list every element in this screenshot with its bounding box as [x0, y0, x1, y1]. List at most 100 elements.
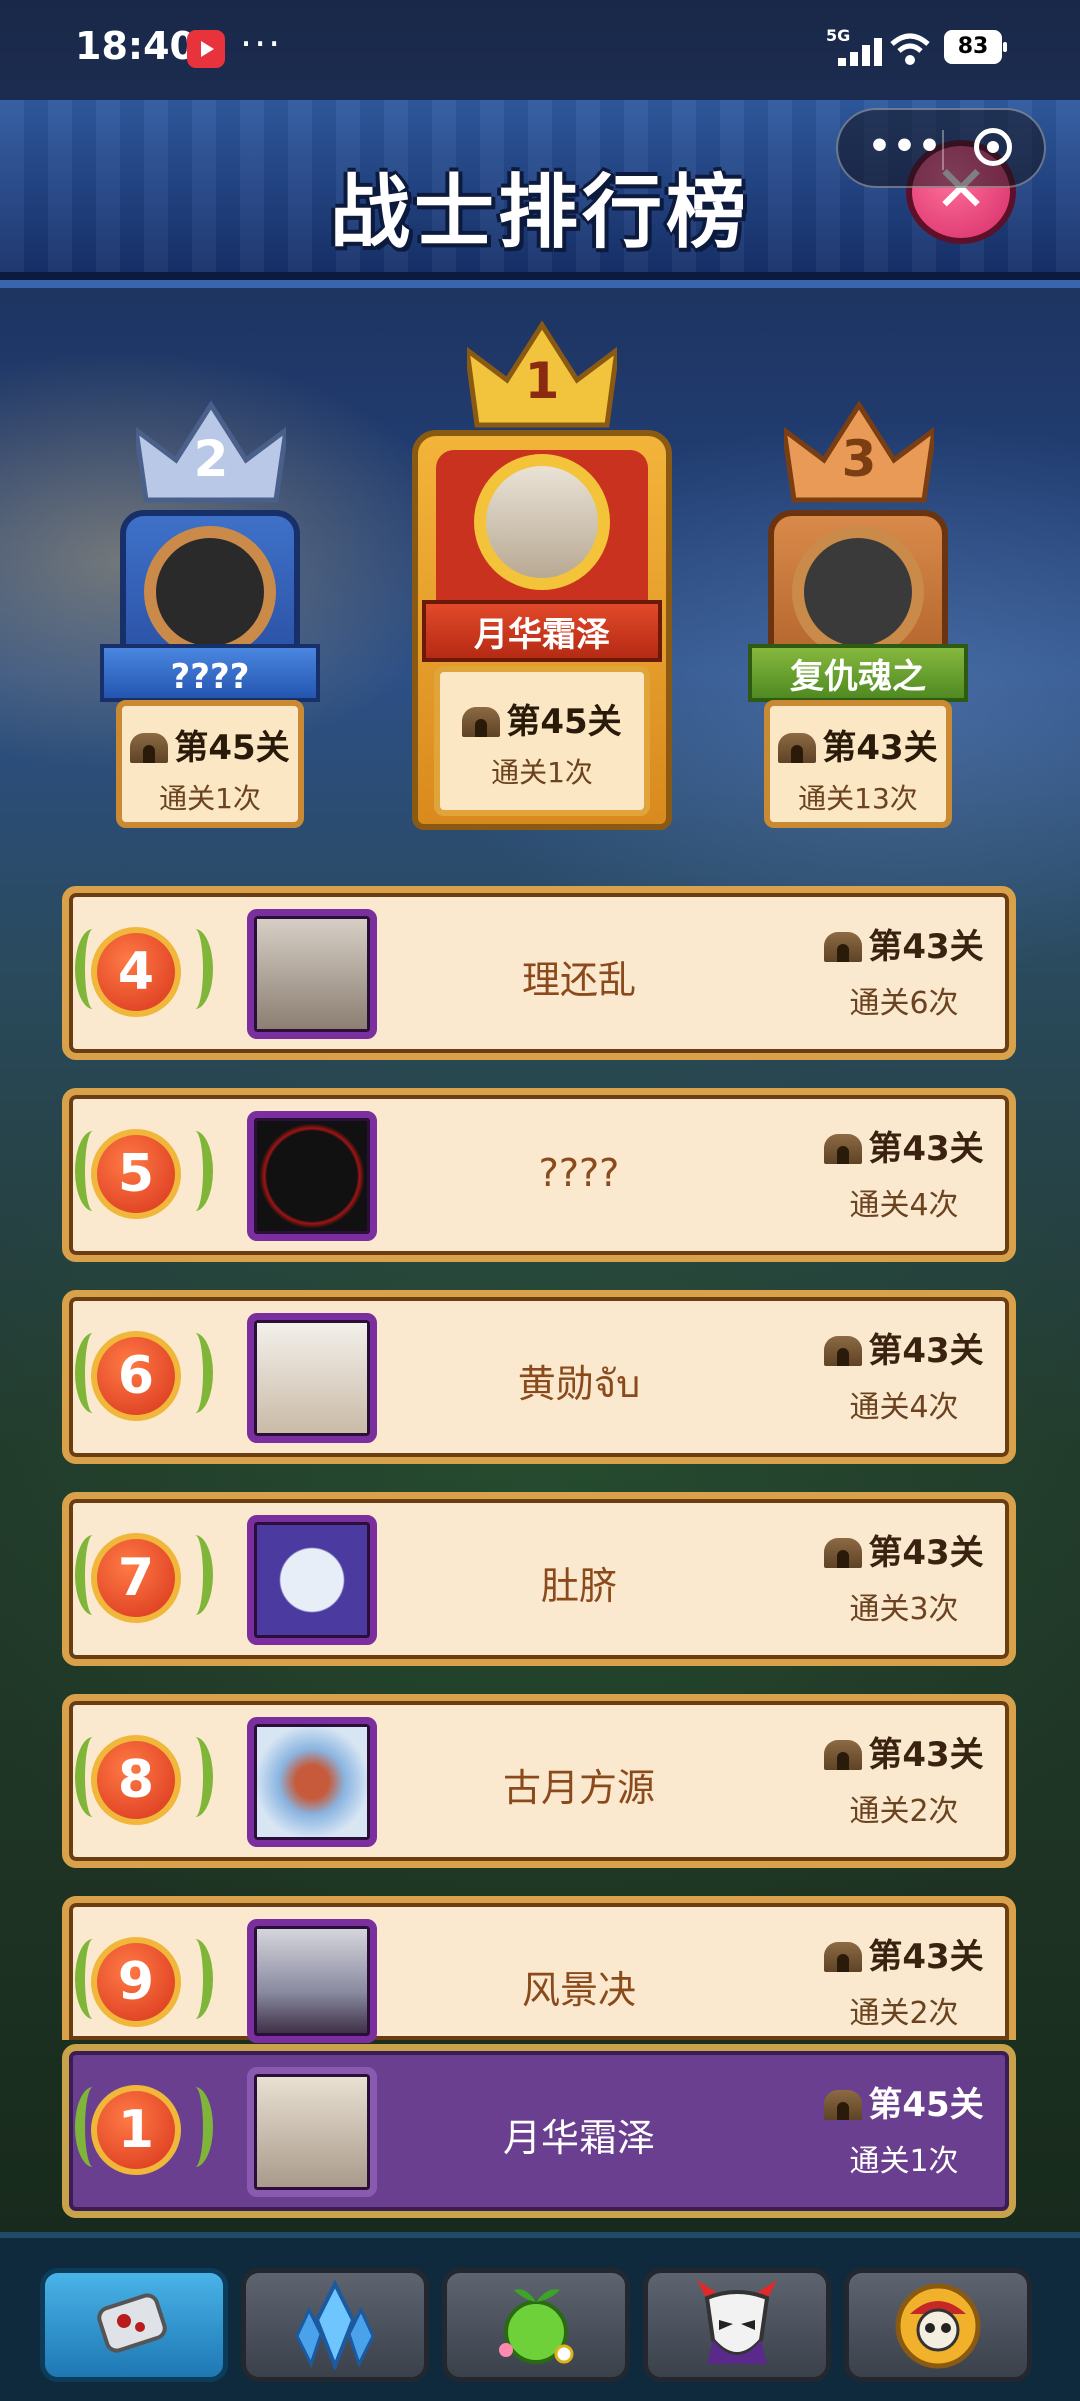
- nav-mask[interactable]: [643, 2268, 831, 2382]
- rank-medal: 7: [91, 1533, 181, 1623]
- player-name: 古月方源: [502, 1766, 655, 1810]
- podium-stage: 第43关: [822, 728, 938, 768]
- tower-icon: [130, 733, 169, 763]
- avatar: [247, 2067, 377, 2197]
- player-stage: 第43关: [868, 1937, 984, 1977]
- my-rank-row[interactable]: 1 月华霜泽 第45关 通关1次: [62, 2044, 1016, 2218]
- rank-row-5[interactable]: 5 ???? 第43关 通关4次: [62, 1088, 1016, 1262]
- battery-indicator: 83: [944, 30, 1007, 64]
- podium-card: 第45关 通关1次: [116, 700, 304, 828]
- rank-medal: 1: [91, 2085, 181, 2175]
- laurel-icon: [177, 1737, 213, 1817]
- wifi-icon: [890, 33, 930, 65]
- podium-rank-number: 1: [524, 352, 560, 410]
- tower-icon: [778, 733, 817, 763]
- podium-rank-3[interactable]: 3 复仇魂之 第43关 通关13次: [748, 400, 968, 830]
- more-options-button[interactable]: •••: [868, 126, 943, 167]
- nav-pirate[interactable]: [844, 2268, 1032, 2382]
- rank-row-6[interactable]: 6 黄勋จับ 第43关 通关4次: [62, 1290, 1016, 1464]
- podium-rank-number: 2: [193, 430, 229, 488]
- podium-name: ????: [100, 644, 320, 702]
- podium-clears: 通关1次: [159, 782, 261, 815]
- player-clears: 通关4次: [849, 1188, 959, 1223]
- player-stage: 第43关: [868, 927, 984, 967]
- rank-row-9[interactable]: 9 风景决 第43关 通关2次: [62, 1896, 1016, 2043]
- nav-dog-tags[interactable]: [40, 2268, 228, 2382]
- player-stage: 第43关: [868, 1129, 984, 1169]
- rank-medal: 6: [91, 1331, 181, 1421]
- podium-name: 复仇魂之: [748, 644, 968, 702]
- player-clears: 通关2次: [849, 1996, 959, 2031]
- player-clears: 通关3次: [849, 1592, 959, 1627]
- exit-miniapp-button[interactable]: [974, 128, 1012, 166]
- podium-rank-number: 3: [841, 430, 877, 488]
- dog-tag-icon: [97, 2293, 167, 2353]
- player-name: 理还乱: [521, 958, 636, 1002]
- tower-icon: [462, 707, 501, 737]
- player-stage: 第43关: [868, 1735, 984, 1775]
- avatar: [247, 1515, 377, 1645]
- avatar: [474, 454, 610, 590]
- tower-icon: [824, 1134, 863, 1164]
- rank-medal: 9: [91, 1937, 181, 2027]
- avatar: [792, 526, 924, 658]
- tower-icon: [824, 1336, 863, 1366]
- signal-icon: [838, 36, 882, 66]
- player-clears: 通关1次: [849, 2144, 959, 2179]
- player-clears: 通关4次: [849, 1390, 959, 1425]
- status-bar: 18:40 ··· 5G 83: [0, 0, 1080, 100]
- laurel-icon: [177, 2087, 213, 2167]
- laurel-icon: [177, 1131, 213, 1211]
- status-time: 18:40: [75, 24, 196, 68]
- capsule-divider: [942, 130, 944, 170]
- avatar: [144, 526, 276, 658]
- tower-icon: [824, 1538, 863, 1568]
- nav-crystals[interactable]: [241, 2268, 429, 2382]
- player-name: 黄勋จับ: [517, 1362, 641, 1406]
- player-name: ????: [538, 1151, 620, 1195]
- player-name: 肚脐: [540, 1564, 617, 1608]
- status-more: ···: [240, 22, 283, 66]
- avatar: [247, 1313, 377, 1443]
- player-stage: 第45关: [868, 2085, 984, 2125]
- bottom-nav: [0, 2232, 1080, 2401]
- rank-row-7[interactable]: 7 肚脐 第43关 通关3次: [62, 1492, 1016, 1666]
- tower-icon: [824, 2090, 863, 2120]
- avatar: [247, 1919, 377, 2043]
- fruit-icon: [499, 2289, 574, 2364]
- miniapp-capsule: •••: [836, 108, 1046, 188]
- player-stage: 第43关: [868, 1533, 984, 1573]
- avatar: [247, 1717, 377, 1847]
- rank-medal: 4: [91, 927, 181, 1017]
- podium-card: 第45关 通关1次: [434, 666, 650, 816]
- crystal-icon: [295, 2280, 375, 2370]
- demon-mask-icon: [697, 2280, 777, 2364]
- laurel-icon: [177, 1535, 213, 1615]
- player-clears: 通关6次: [849, 986, 959, 1021]
- podium-rank-1[interactable]: 1 月华霜泽 第45关 通关1次: [392, 320, 692, 830]
- player-name: 风景决: [521, 1968, 636, 2012]
- laurel-icon: [177, 1333, 213, 1413]
- laurel-icon: [177, 1939, 213, 2019]
- rank-medal: 5: [91, 1129, 181, 1219]
- podium-stage: 第45关: [174, 728, 290, 768]
- pirate-skull-icon: [895, 2283, 981, 2369]
- nav-fruit[interactable]: [442, 2268, 630, 2382]
- podium-name: 月华霜泽: [422, 600, 662, 662]
- video-app-icon: [187, 30, 225, 68]
- tower-icon: [824, 1942, 863, 1972]
- player-stage: 第43关: [868, 1331, 984, 1371]
- avatar: [247, 1111, 377, 1241]
- laurel-icon: [177, 929, 213, 1009]
- tower-icon: [824, 932, 863, 962]
- podium-stage: 第45关: [506, 702, 622, 742]
- rank-medal: 8: [91, 1735, 181, 1825]
- avatar: [247, 909, 377, 1039]
- podium-clears: 通关13次: [798, 782, 918, 815]
- rank-row-4[interactable]: 4 理还乱 第43关 通关6次: [62, 886, 1016, 1060]
- podium-rank-2[interactable]: 2 ???? 第45关 通关1次: [100, 400, 320, 830]
- rank-row-8[interactable]: 8 古月方源 第43关 通关2次: [62, 1694, 1016, 1868]
- podium-card: 第43关 通关13次: [764, 700, 952, 828]
- player-clears: 通关2次: [849, 1794, 959, 1829]
- podium-clears: 通关1次: [491, 756, 593, 789]
